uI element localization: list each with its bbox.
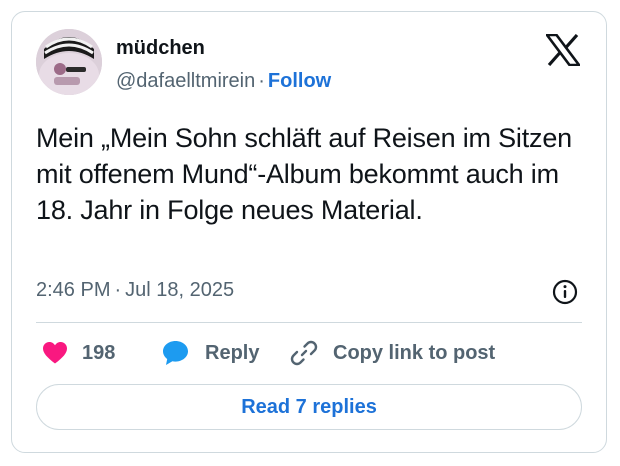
timestamp-row[interactable]: 2:46 PM · Jul 18, 2025: [36, 279, 234, 302]
read-replies-label: Read 7 replies: [241, 395, 377, 418]
x-logo-icon[interactable]: [544, 33, 582, 67]
tweet-card: müdchen @dafaelltmirein · Follow Mein „Mei…: [11, 11, 607, 453]
divider: [36, 322, 582, 323]
speech-bubble-icon: [163, 341, 188, 365]
display-name[interactable]: müdchen: [116, 37, 205, 60]
avatar[interactable]: [36, 29, 102, 95]
reply-label: Reply: [205, 341, 260, 364]
tweet-time: 2:46 PM: [36, 279, 111, 301]
handle[interactable]: @dafaelltmirein: [116, 70, 255, 92]
avatar-image: [36, 29, 102, 95]
timestamp-separator: ·: [114, 279, 122, 301]
follow-button[interactable]: Follow: [268, 70, 331, 92]
link-icon: [290, 340, 318, 366]
copy-link-button[interactable]: Copy link to post: [290, 338, 495, 368]
like-button[interactable]: 198: [42, 338, 115, 368]
tweet-date: Jul 18, 2025: [125, 279, 235, 301]
reply-button[interactable]: Reply: [162, 338, 259, 368]
heart-icon: [43, 342, 67, 364]
handle-row: @dafaelltmirein · Follow: [116, 70, 331, 93]
handle-separator: ·: [258, 70, 265, 92]
like-count: 198: [82, 341, 116, 364]
info-icon[interactable]: [552, 279, 578, 305]
copy-link-label: Copy link to post: [333, 341, 496, 364]
read-replies-button[interactable]: Read 7 replies: [36, 384, 582, 430]
tweet-text: Mein „Mein Sohn schläft auf Reisen im Si…: [36, 123, 572, 225]
